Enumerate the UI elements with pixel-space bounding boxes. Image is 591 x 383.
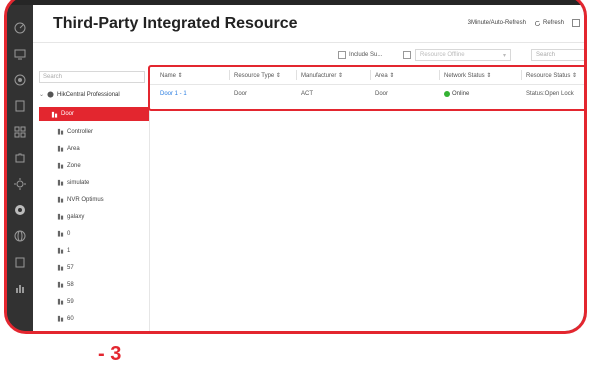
building-icon: [51, 111, 58, 118]
cell-manufacturer: ACT: [301, 91, 313, 97]
tree-item-label: 0: [67, 230, 71, 237]
hub-icon: [47, 91, 54, 98]
include-sub-checkbox[interactable]: Include Su...: [338, 51, 382, 59]
network-status-text: Online: [452, 91, 470, 97]
page-title: Third-Party Integrated Resource: [53, 15, 298, 32]
tree-item[interactable]: Controller: [57, 128, 93, 135]
tree-search-input[interactable]: Search: [39, 71, 145, 83]
dashboard-icon[interactable]: [13, 21, 27, 35]
puzzle-icon[interactable]: [13, 151, 27, 165]
window-icon[interactable]: [572, 19, 580, 27]
resource-table: Name ⇕ Resource Type ⇕ Manufacturer ⇕ Ar…: [148, 65, 584, 111]
building-icon: [57, 315, 64, 322]
resource-offline-value: Resource Offline: [420, 52, 465, 58]
refresh-icon: [534, 20, 541, 26]
auto-refresh-select[interactable]: 3Minute/Auto-Refresh: [468, 20, 526, 26]
cell-resource-status: Status:Open Lock: [526, 91, 574, 97]
col-name[interactable]: Name ⇕: [160, 72, 183, 79]
tree-item[interactable]: 0: [57, 230, 70, 237]
tree-item-label: 58: [67, 281, 74, 288]
tree-item[interactable]: Area: [57, 145, 80, 152]
cell-area: Door: [375, 91, 389, 97]
tree-item-label: 61: [67, 333, 74, 335]
resource-tree: Search ⌄ HikCentral Professional Door Con…: [33, 67, 150, 331]
tree-item[interactable]: Zone: [57, 162, 81, 169]
include-sub-label: Include Su...: [349, 52, 383, 58]
table-row[interactable]: Door 1 - 1 Door ACT Door Online Status:O…: [150, 85, 584, 103]
target-icon[interactable]: [13, 73, 27, 87]
nav-rail: [7, 5, 33, 331]
tree-item[interactable]: 58: [57, 281, 74, 288]
building-icon: [57, 213, 64, 220]
tree-item[interactable]: 60: [57, 315, 74, 322]
building-icon: [57, 128, 64, 135]
main-panel: Third-Party Integrated Resource 3Minute/…: [33, 5, 584, 331]
online-status-icon: [444, 91, 450, 97]
app-window: Third-Party Integrated Resource 3Minute/…: [4, 0, 587, 334]
cell-type: Door: [234, 91, 248, 97]
building-icon: [57, 145, 64, 152]
tree-item-label: Zone: [67, 162, 81, 169]
tree-item-label: Area: [67, 145, 80, 152]
document-icon[interactable]: [13, 99, 27, 113]
tree-item[interactable]: 57: [57, 264, 74, 271]
tree-item-label: galaxy: [67, 213, 85, 220]
col-network-status[interactable]: Network Status ⇕: [439, 70, 491, 80]
building-icon: [57, 332, 64, 334]
building-icon: [57, 298, 64, 305]
chart-icon[interactable]: [13, 281, 27, 295]
offline-box[interactable]: [403, 51, 411, 59]
building-icon: [57, 281, 64, 288]
tree-item-label: 57: [67, 264, 74, 271]
building-icon: [57, 162, 64, 169]
filter-bar: Include Su... Resource Offline ▾ Search: [33, 45, 584, 67]
tree-root[interactable]: ⌄ HikCentral Professional: [39, 91, 120, 98]
resource-offline-select[interactable]: Resource Offline ▾: [415, 49, 511, 61]
building-icon: [57, 179, 64, 186]
tree-item[interactable]: 59: [57, 298, 74, 305]
cell-name[interactable]: Door 1 - 1: [160, 91, 187, 97]
refresh-label: Refresh: [542, 20, 564, 26]
building-icon[interactable]: [13, 255, 27, 269]
tree-item-label: 60: [67, 315, 74, 322]
col-resource-type[interactable]: Resource Type ⇕: [229, 70, 281, 80]
tree-item[interactable]: 1: [57, 247, 70, 254]
col-resource-status[interactable]: Resource Status ⇕: [521, 70, 577, 80]
step-number-annotation: - 3: [98, 343, 122, 365]
page-header: Third-Party Integrated Resource 3Minute/…: [33, 5, 584, 43]
tree-root-label: HikCentral Professional: [57, 91, 120, 98]
tree-item[interactable]: Door: [39, 107, 149, 121]
tree-item-label: Controller: [67, 128, 94, 135]
offline-checkbox[interactable]: [403, 51, 411, 59]
building-icon: [57, 230, 64, 237]
building-icon: [57, 264, 64, 271]
tree-item-label: simulate: [67, 179, 90, 186]
resource-search-input[interactable]: Search: [531, 49, 584, 61]
tree-item[interactable]: 61: [57, 332, 74, 334]
building-icon: [57, 196, 64, 203]
grid-icon[interactable]: [13, 125, 27, 139]
tree-item[interactable]: simulate: [57, 179, 89, 186]
tree-item-label: NVR Optimus: [67, 196, 104, 203]
col-area[interactable]: Area ⇕: [370, 70, 394, 80]
tree-item-label: 1: [67, 247, 71, 254]
cell-network-status: Online: [444, 91, 469, 97]
refresh-button[interactable]: Refresh: [534, 20, 564, 27]
tree-item-label: Door: [61, 111, 75, 117]
building-icon: [57, 247, 64, 254]
tree-item[interactable]: NVR Optimus: [57, 196, 104, 203]
tree-item[interactable]: galaxy: [57, 213, 84, 220]
include-sub-box[interactable]: [338, 51, 346, 59]
col-manufacturer[interactable]: Manufacturer ⇕: [296, 70, 343, 80]
table-header: Name ⇕ Resource Type ⇕ Manufacturer ⇕ Ar…: [150, 67, 584, 85]
monitor-icon[interactable]: [13, 47, 27, 61]
settings-icon[interactable]: [13, 177, 27, 191]
chevron-down-icon[interactable]: ⌄: [39, 91, 44, 98]
chevron-down-icon: ▾: [502, 53, 506, 59]
globe-icon[interactable]: [13, 229, 27, 243]
tree-item-label: 59: [67, 298, 74, 305]
resource-icon[interactable]: [13, 203, 27, 217]
